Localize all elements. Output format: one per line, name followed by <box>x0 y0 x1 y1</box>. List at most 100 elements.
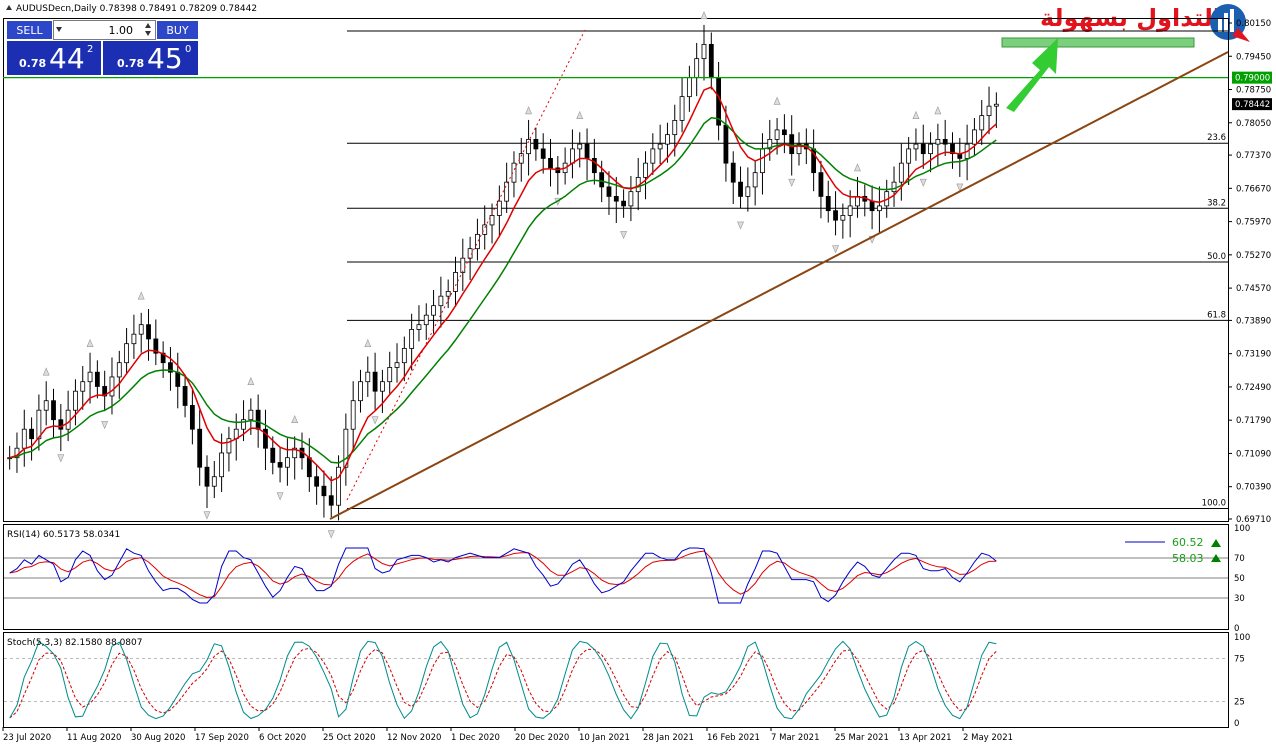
candle-body <box>825 196 831 212</box>
candle-body <box>409 329 415 349</box>
candle-body <box>460 257 466 273</box>
candle-body <box>533 138 539 150</box>
fractal-up-marker <box>576 110 584 119</box>
rsi-indicator: 1007050300 <box>4 524 1250 634</box>
time-axis: 23 Jul 2020 11 Aug 2020 30 Aug 2020 17 Sep … <box>2 727 1013 743</box>
candle-body <box>475 234 480 250</box>
candle-body <box>321 485 327 497</box>
candle-body <box>548 158 553 169</box>
fractal-down-marker <box>919 178 927 187</box>
stoch-level-label: 0 <box>1234 719 1239 729</box>
fractal-up-marker <box>773 96 781 105</box>
candle-body <box>394 362 400 368</box>
fractal-down-marker <box>832 245 840 254</box>
candle-body <box>679 96 685 121</box>
candle-body <box>336 466 341 506</box>
fibonacci-levels: 23.6 38.2 50.0 61.8 100.0 <box>347 30 1228 510</box>
candle-body <box>657 143 663 150</box>
candle-body <box>358 381 363 402</box>
candle-body <box>445 291 451 297</box>
candle-body <box>913 143 919 150</box>
candle-body <box>109 376 115 397</box>
candle-body <box>869 200 875 212</box>
candle-body <box>175 371 181 387</box>
candle-body <box>65 409 71 430</box>
target-zone <box>1001 37 1195 48</box>
candle-body <box>540 148 546 159</box>
price-tick-label: 0.72490 <box>1236 383 1271 393</box>
rsi-up-arrow-icon <box>1211 539 1221 547</box>
candle-body <box>365 371 371 383</box>
rsi-title: RSI(14) 60.5173 58.0341 <box>7 530 120 540</box>
fractal-up-marker <box>291 414 299 424</box>
fractal-down-marker <box>101 421 109 430</box>
stoch-main-line <box>9 640 997 720</box>
candle-body <box>306 457 312 478</box>
current-price-label: 0.78442 <box>1235 100 1270 110</box>
fractal-up-marker <box>364 338 372 347</box>
candle-body <box>613 196 619 202</box>
candle-body <box>328 495 334 506</box>
candle-body <box>745 186 751 197</box>
candle-body <box>124 343 129 364</box>
candle-body <box>855 196 860 207</box>
price-tick-label: 0.78750 <box>1236 86 1271 96</box>
fractal-down-marker <box>327 530 335 539</box>
candle-body <box>701 43 707 60</box>
candle-body <box>818 172 824 197</box>
rsi-level-label: 30 <box>1234 594 1245 604</box>
candle-body <box>752 172 758 188</box>
price-tick-label: 0.79450 <box>1236 52 1271 62</box>
fractal-down-marker <box>57 454 65 463</box>
fractal-down-marker <box>788 178 796 187</box>
fractal-up-marker <box>247 376 255 385</box>
candle-body <box>416 324 422 330</box>
resistance-level-label: 0.79000 <box>1235 74 1270 84</box>
fib-level-label: 23.6 <box>1207 133 1226 143</box>
candle-body <box>219 452 225 478</box>
time-tick-label: 2 May 2021 <box>963 733 1013 743</box>
candle-body <box>993 103 999 107</box>
candle-body <box>986 105 992 117</box>
candle-body <box>979 115 985 131</box>
fractal-markers <box>42 11 964 539</box>
fractal-up-marker <box>525 106 533 115</box>
candle-body <box>643 162 648 178</box>
candle-body <box>51 400 56 421</box>
time-tick-label: 28 Jan 2021 <box>643 733 694 743</box>
candle-body <box>686 77 692 98</box>
candle-body <box>891 181 897 193</box>
fib-trend-line <box>346 29 586 501</box>
candle-body <box>270 447 276 463</box>
time-tick-label: 25 Mar 2021 <box>835 733 889 743</box>
candle-body <box>584 143 590 159</box>
candle-body <box>284 457 290 468</box>
main-chart[interactable]: 23.6 38.2 50.0 61.8 100.0 0.80150 0.79450 0.78… <box>0 0 1276 748</box>
rsi-level-label: 70 <box>1234 554 1245 564</box>
candle-body <box>496 200 502 216</box>
candle-body <box>94 371 100 387</box>
candle-body <box>431 305 436 316</box>
fib-level-label: 50.0 <box>1207 252 1226 262</box>
candle-body <box>781 129 787 136</box>
fractal-up-marker <box>912 110 920 119</box>
fractal-up-marker <box>86 338 94 347</box>
candle-body <box>73 390 78 411</box>
candle-body <box>628 191 634 207</box>
candle-body <box>577 143 583 150</box>
candle-body <box>774 129 780 140</box>
stoch-level-label: 100 <box>1234 633 1250 643</box>
candle-body <box>372 371 378 392</box>
uptrend-line <box>329 51 1229 520</box>
rsi-level-label: 50 <box>1234 574 1245 584</box>
target-arrow-icon <box>1006 38 1058 112</box>
stoch-title: Stoch(5,3,3) 82.1580 88.0807 <box>7 638 142 648</box>
candle-body <box>840 215 846 221</box>
rsi-level-label: 100 <box>1234 524 1250 534</box>
candle-body <box>438 295 444 307</box>
candle-body <box>314 476 320 487</box>
candle-body <box>29 428 34 440</box>
candle-body <box>401 348 407 364</box>
candle-body <box>277 462 283 468</box>
candle-body <box>665 134 670 145</box>
